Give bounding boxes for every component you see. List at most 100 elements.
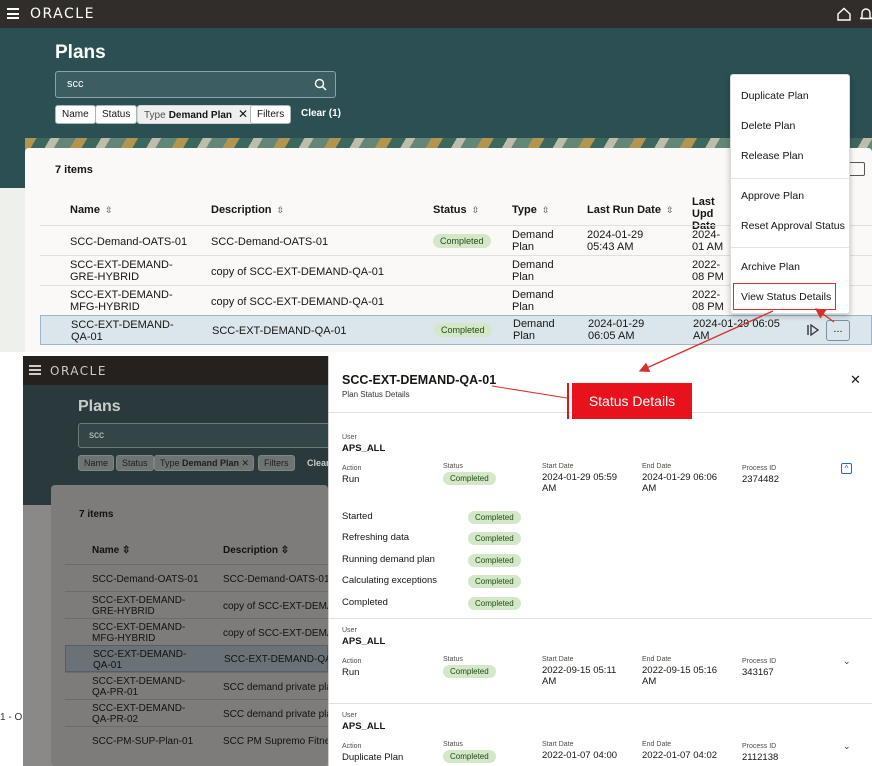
plan-name: SCC-EXT-DEMAND-MFG-HYBRID [92,622,186,644]
filter-chip-name[interactable]: Name [55,105,96,124]
filter-chip-type[interactable]: Type Demand Plan ✕ [137,105,256,124]
menu-item-reset-approval-status[interactable]: Reset Approval Status [741,220,845,232]
table-row[interactable]: SCC-Demand-OATS-01 SCC-Demand-OATS-01 [65,564,328,591]
action-value: Run [342,667,360,678]
user-value: APS_ALL [342,721,386,732]
filter-chip-status[interactable]: Status [95,105,138,124]
hamburger-menu-icon[interactable] [29,365,41,375]
plans-screen-dimmed: ORACLE Plans scc Name Status Type Demand… [23,356,328,766]
menu-item-approve-plan[interactable]: Approve Plan [741,190,804,202]
collapse-icon[interactable]: ^ [841,463,852,474]
user-label: User [342,434,357,441]
plan-type: Demand Plan [512,229,554,253]
chip-label: Filters [257,109,285,120]
status-details-callout: Status Details [572,383,692,419]
remove-filter-icon[interactable]: ✕ [238,106,248,123]
menu-divider [731,247,849,248]
plan-description: SCC demand private plan [223,682,328,693]
more-actions-button[interactable]: ... [826,320,850,341]
column-header-name[interactable]: Name ⇳ [70,204,113,216]
plan-name[interactable]: SCC-Demand-OATS-01 [70,236,187,248]
table-row[interactable]: SCC-EXT-DEMAND-QA-PR-02 SCC demand privat… [65,699,328,726]
table-row[interactable]: SCC-EXT-DEMAND-QA-PR-01 SCC demand privat… [65,672,328,699]
plan-type: Demand Plan [512,259,554,283]
filter-chip-type[interactable]: Type Demand Plan ✕ [154,455,254,471]
last-run-date: 2024-01-29 05:43 AM [587,229,644,253]
column-header-description[interactable]: Description ⇳ [223,545,289,556]
run-plan-icon[interactable] [806,323,820,337]
table-row-selected[interactable]: SCC-EXT-DEMAND-QA-01 SCC-EXT-DEMAND-QA-0… [40,315,872,345]
end-date-label: End Date [642,741,672,748]
action-label: Action [342,743,362,750]
plan-name[interactable]: SCC-EXT-DEMAND-GRE-HYBRID [70,259,200,283]
table-row-selected[interactable]: SCC-EXT-DEMAND-QA-01 SCC-EXT-DEMAND-QA-0 [65,645,328,672]
oracle-logo: ORACLE [50,364,107,378]
filters-button[interactable]: Filters [258,455,295,471]
process-id-label: Process ID [742,658,777,665]
last-updated-date: 2024-01-29 06:05 AM [693,318,780,342]
close-icon[interactable]: ✕ [850,372,861,388]
last-run-date: 2024-01-29 06:05 AM [588,318,645,342]
user-label: User [342,712,357,719]
sort-icon: ⇳ [665,205,674,215]
plan-description: copy of SCC-EXT-DEMAND-QA-01 [211,266,384,278]
search-input[interactable]: scc [78,423,328,448]
process-id-value: 2112138 [742,752,779,763]
end-date-value: 2022-09-15 05:16 AM [642,665,718,687]
menu-item-archive-plan[interactable]: Archive Plan [741,261,800,273]
plan-description: SCC PM Supremo Fitness [223,736,328,747]
status-label: Status [443,656,463,663]
plan-name[interactable]: SCC-EXT-DEMAND-MFG-HYBRID [70,289,200,313]
status-label: Status [443,741,463,748]
chevron-down-icon[interactable]: ⌄ [843,741,851,752]
column-header-last-run-date[interactable]: Last Run Date ⇳ [587,204,674,216]
end-date-label: End Date [642,463,672,470]
items-count: 7 items [55,164,93,176]
callout-bar [567,383,569,419]
table-row[interactable]: SCC-EXT-DEMAND-GRE-HYBRID copy of SCC-EXT… [65,591,328,618]
column-header-status[interactable]: Status ⇳ [433,204,479,216]
hamburger-menu-icon[interactable] [7,8,19,19]
chip-label: Type [144,110,166,121]
plan-name: SCC-Demand-OATS-01 [92,574,199,585]
cropped-text: 1 - O [0,712,23,723]
plan-name[interactable]: SCC-EXT-DEMAND-QA-01 [71,319,191,343]
column-header-type[interactable]: Type ⇳ [512,204,549,216]
step-running-demand-plan: Running demand plan [342,554,435,565]
table-row[interactable]: SCC-EXT-DEMAND-MFG-HYBRID copy of SCC-EXT… [65,618,328,645]
search-input[interactable]: scc [55,71,336,98]
clear-filters-link[interactable]: Clear [307,458,328,468]
app-header: ORACLE [0,0,872,28]
plan-description: copy of SCC-EXT-DEMAN [223,601,328,612]
table-row[interactable]: SCC-PM-SUP-Plan-01 SCC PM Supremo Fitness [65,726,328,753]
search-icon[interactable] [314,78,327,91]
filter-chip-name[interactable]: Name [78,455,115,471]
app-header: ORACLE [23,356,328,385]
step-refreshing-data: Refreshing data [342,532,410,543]
step-calculating-exceptions: Calculating exceptions [342,575,438,586]
step-started: Started [342,511,373,522]
action-value: Run [342,474,360,485]
step-status-badge: Completed [468,575,521,588]
plan-name: SCC-EXT-DEMAND-QA-PR-02 [92,703,186,725]
step-status-badge: Completed [468,511,521,524]
sort-icon: ⇳ [104,205,113,215]
home-icon[interactable] [837,7,851,21]
chevron-down-icon[interactable]: ⌄ [843,656,851,667]
menu-item-release-plan[interactable]: Release Plan [741,150,803,162]
column-header-name[interactable]: Name ⇳ [92,545,130,556]
page-title: Plans [55,42,106,63]
clear-filters-link[interactable]: Clear (1) [301,108,341,119]
drawer-subtitle: Plan Status Details [342,390,410,399]
action-label: Action [342,658,362,665]
column-header-description[interactable]: Description ⇳ [211,204,284,216]
filter-chip-status[interactable]: Status [116,455,154,471]
menu-item-delete-plan[interactable]: Delete Plan [741,120,795,132]
bell-icon[interactable] [860,6,872,22]
start-date-label: Start Date [542,463,574,470]
filters-button[interactable]: Filters [250,105,292,124]
menu-item-duplicate-plan[interactable]: Duplicate Plan [741,90,809,102]
last-updated-date: 2024-01 AM [692,229,724,253]
plan-description: SCC demand private plan [223,709,328,720]
status-badge: Completed [433,234,491,248]
